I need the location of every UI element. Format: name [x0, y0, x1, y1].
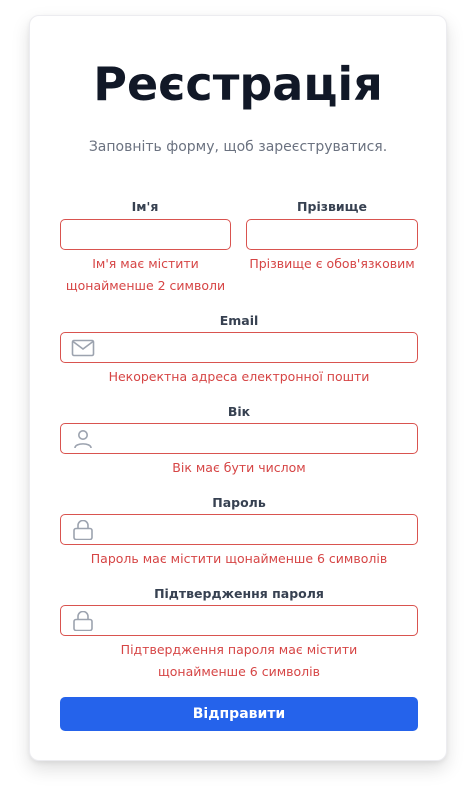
age-input[interactable]	[61, 424, 417, 453]
age-label: Вік	[227, 404, 251, 419]
last-name-label: Прізвище	[297, 199, 367, 214]
first-name-field[interactable]	[60, 219, 231, 250]
password-error: Пароль має містити щонайменше 6 символів	[90, 551, 388, 566]
password-input[interactable]	[61, 515, 417, 544]
first-name-error: Ім'я має містити щонайменше 2 символи	[65, 256, 226, 293]
submit-button[interactable]: Відправити	[60, 697, 418, 731]
first-name-input[interactable]	[61, 220, 230, 249]
password-label: Пароль	[212, 495, 266, 510]
page-title: Реєстрація	[93, 57, 383, 111]
last-name-error: Прізвище є обов'язковим	[249, 256, 415, 271]
email-field[interactable]	[60, 332, 418, 363]
email-label: Email	[219, 313, 259, 328]
password-confirm-field[interactable]	[60, 605, 418, 636]
password-confirm-label: Підтвердження пароля	[154, 586, 324, 601]
password-field[interactable]	[60, 514, 418, 545]
password-confirm-input[interactable]	[61, 606, 417, 635]
page-subtitle: Заповніть форму, щоб зареєструватися.	[88, 139, 388, 155]
email-error: Некоректна адреса електронної пошти	[108, 369, 370, 384]
last-name-input[interactable]	[247, 220, 417, 249]
age-field[interactable]	[60, 423, 418, 454]
password-confirm-error: Підтвердження пароля має містити щонайме…	[120, 642, 358, 679]
registration-card: Реєстрація Заповніть форму, щоб зареєстр…	[29, 15, 447, 761]
last-name-field[interactable]	[246, 219, 418, 250]
email-input[interactable]	[61, 333, 417, 362]
age-error: Вік має бути числом	[172, 460, 306, 475]
first-name-label: Ім'я	[131, 199, 159, 214]
